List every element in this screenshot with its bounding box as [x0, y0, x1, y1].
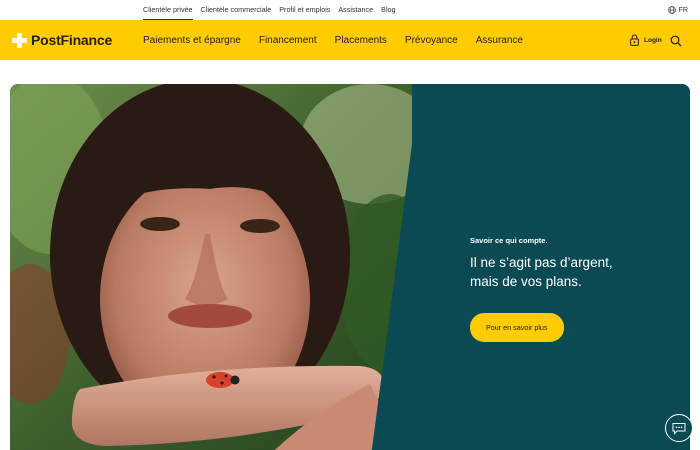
hero-headline-line2: mais de vos plans.	[470, 274, 582, 289]
segment-link-blog[interactable]: Blog	[381, 0, 395, 20]
login-label: Login	[644, 36, 662, 44]
swiss-cross-icon	[12, 32, 27, 48]
search-icon	[670, 35, 682, 47]
main-header: PostFinance Paiements et épargne Finance…	[0, 20, 700, 60]
chat-button[interactable]	[665, 414, 693, 442]
nav-item-payments[interactable]: Paiements et épargne	[143, 35, 241, 46]
chat-icon	[672, 422, 686, 435]
hero-banner: Savoir ce qui compte. Il ne s’agit pas d…	[10, 84, 690, 450]
hero-headline-line1: Il ne s’agit pas d’argent,	[470, 255, 613, 270]
hero-eyebrow: Savoir ce qui compte.	[470, 236, 548, 245]
language-switcher[interactable]: FR	[667, 0, 688, 20]
segment-link-support[interactable]: Assistance	[338, 0, 373, 20]
utility-bar: Clientèle privée Clientèle commerciale P…	[0, 0, 700, 20]
language-label: FR	[678, 6, 688, 14]
segment-link-careers[interactable]: Profil et emplois	[279, 0, 330, 20]
segment-nav: Clientèle privée Clientèle commerciale P…	[143, 0, 404, 20]
hero-copy: Savoir ce qui compte. Il ne s’agit pas d…	[470, 236, 670, 342]
brand-logo[interactable]: PostFinance	[12, 32, 112, 48]
brand-name: PostFinance	[31, 32, 113, 48]
nav-item-investments[interactable]: Placements	[335, 35, 387, 46]
main-nav: Paiements et épargne Financement Placeme…	[143, 20, 541, 60]
learn-more-button[interactable]: Pour en savoir plus	[470, 313, 564, 342]
globe-icon	[667, 6, 676, 14]
search-button[interactable]	[670, 34, 682, 52]
lock-icon	[630, 34, 639, 46]
nav-item-insurance[interactable]: Assurance	[476, 35, 523, 46]
login-button[interactable]: Login	[630, 34, 662, 46]
nav-item-pension[interactable]: Prévoyance	[405, 35, 458, 46]
segment-link-private[interactable]: Clientèle privée	[143, 0, 193, 20]
segment-link-business[interactable]: Clientèle commerciale	[201, 0, 272, 20]
hero-headline: Il ne s’agit pas d’argent, mais de vos p…	[470, 253, 670, 291]
nav-item-financing[interactable]: Financement	[259, 35, 317, 46]
